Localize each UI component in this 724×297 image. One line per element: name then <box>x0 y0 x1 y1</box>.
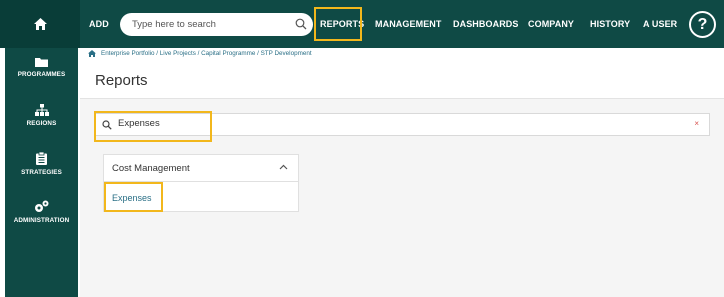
sidebar-item-label: STRATEGIES <box>21 169 62 176</box>
gears-icon <box>35 200 49 212</box>
reports-highlight <box>314 7 362 41</box>
sidebar-item-strategies[interactable]: STRATEGIES <box>5 152 78 176</box>
home-icon[interactable] <box>88 49 96 57</box>
breadcrumb-path[interactable]: Enterprise Portfolio / Live Projects / C… <box>101 50 312 57</box>
home-icon <box>33 18 47 30</box>
sidebar-item-programmes[interactable]: PROGRAMMES <box>5 57 78 78</box>
home-button[interactable] <box>0 0 80 48</box>
sidebar-item-label: PROGRAMMES <box>17 71 66 78</box>
nav-user[interactable]: A USER <box>643 0 677 48</box>
panel-header[interactable]: Cost Management <box>104 155 298 182</box>
sidebar-item-label: ADMINISTRATION <box>13 217 70 224</box>
folder-icon <box>35 58 48 67</box>
nav-management[interactable]: MANAGEMENT <box>375 0 442 48</box>
sidebar: PROGRAMMES REGIONS STRATEGIES ADMINISTRA… <box>5 48 78 297</box>
add-button[interactable]: ADD <box>89 0 109 48</box>
nav-history[interactable]: HISTORY <box>590 0 630 48</box>
clear-search-icon[interactable]: × <box>694 119 699 128</box>
page-title: Reports <box>95 72 148 89</box>
sidebar-item-label: REGIONS <box>26 120 57 127</box>
help-icon: ? <box>697 15 708 33</box>
panel-header-label: Cost Management <box>112 162 190 174</box>
sidebar-item-administration[interactable]: ADMINISTRATION <box>5 200 78 224</box>
sidebar-item-regions[interactable]: REGIONS <box>5 104 78 127</box>
breadcrumb: Enterprise Portfolio / Live Projects / C… <box>88 47 312 59</box>
nav-dashboards[interactable]: DASHBOARDS <box>453 0 519 48</box>
global-search[interactable] <box>120 13 313 36</box>
search-icon[interactable] <box>295 18 307 30</box>
clipboard-icon <box>36 152 47 165</box>
help-button[interactable]: ? <box>689 11 716 38</box>
sitemap-icon <box>34 104 49 116</box>
expenses-highlight <box>104 182 163 212</box>
top-nav-bar: ADD REPORTS MANAGEMENT DASHBOARDS COMPAN… <box>0 0 724 48</box>
search-highlight <box>94 111 212 142</box>
nav-company[interactable]: COMPANY <box>528 0 574 48</box>
chevron-up-icon[interactable] <box>279 164 288 170</box>
global-search-input[interactable] <box>132 19 292 30</box>
